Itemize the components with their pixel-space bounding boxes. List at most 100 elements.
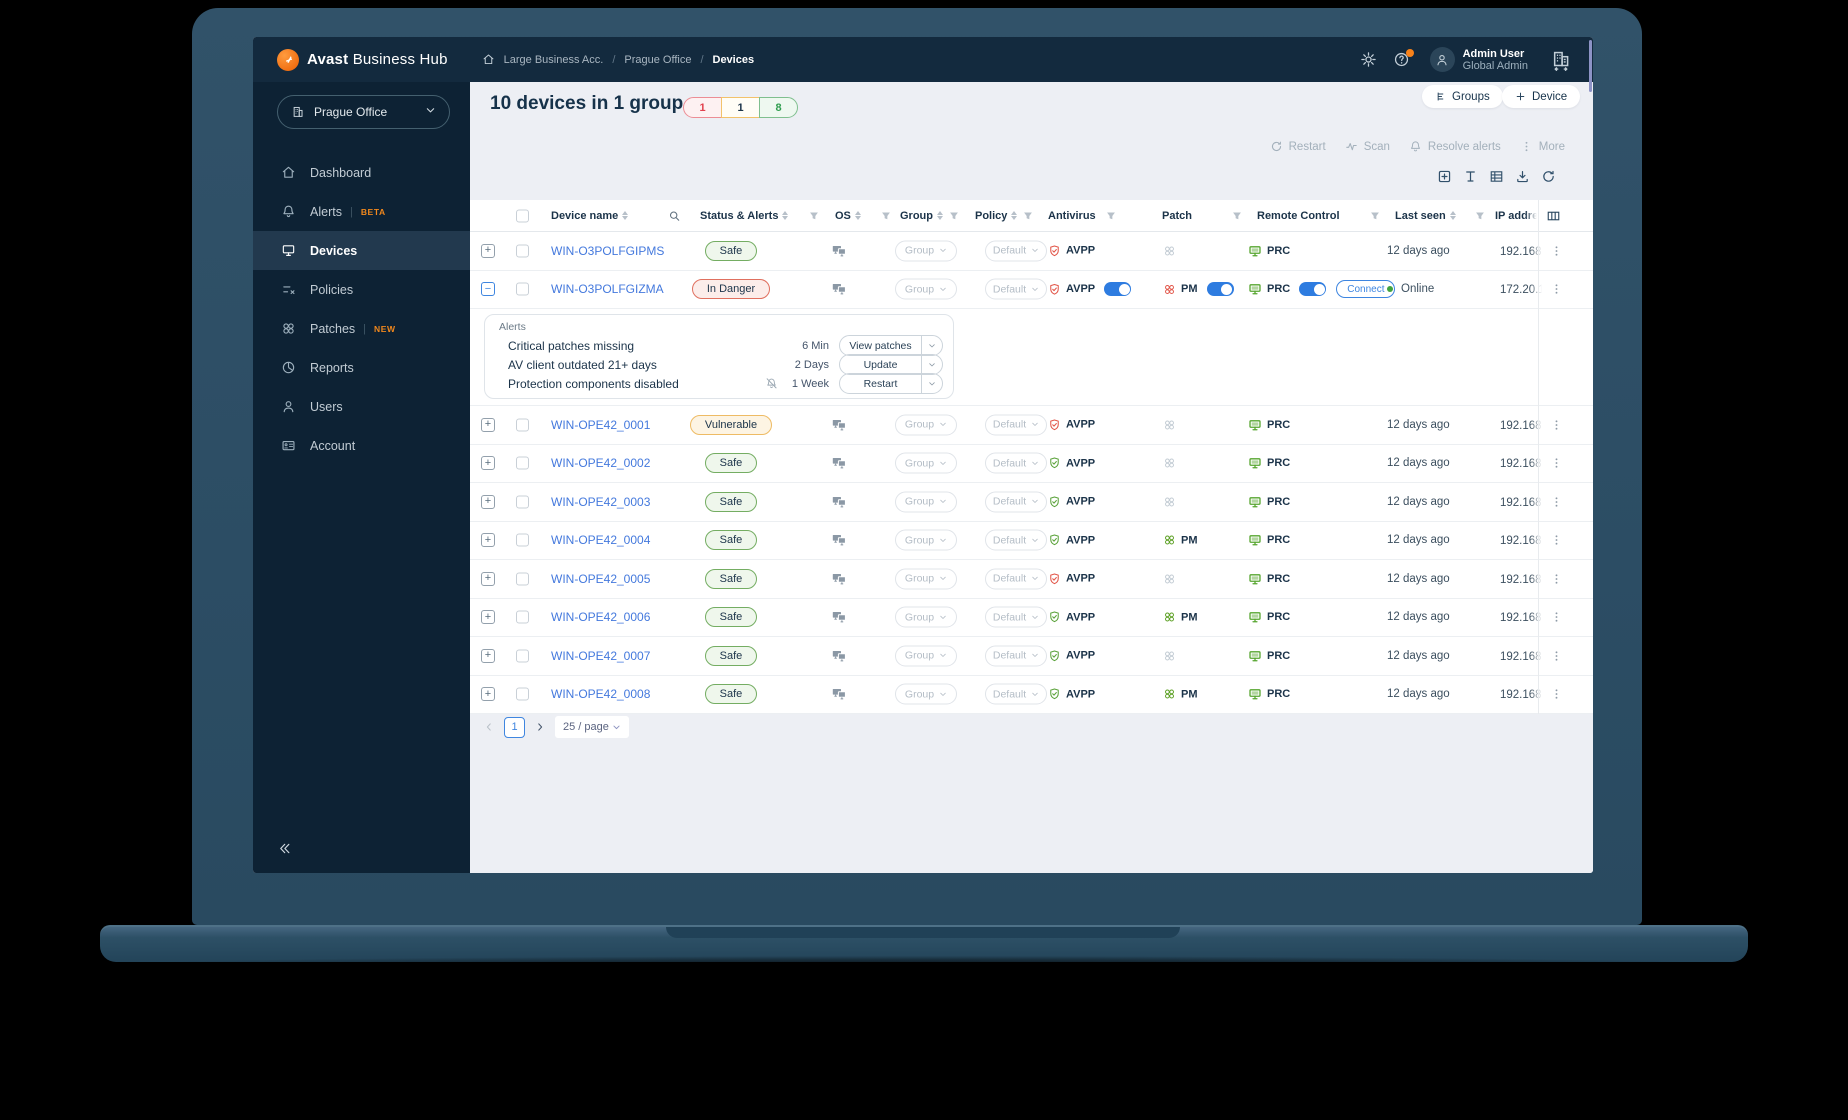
- row-menu-icon[interactable]: [1550, 572, 1563, 585]
- device-name-link[interactable]: WIN-OPE42_0002: [551, 456, 650, 470]
- filter-icon[interactable]: [808, 210, 820, 222]
- sidebar-item-account[interactable]: Account: [253, 426, 470, 465]
- add-device-button[interactable]: Device: [1502, 85, 1581, 108]
- resolve-alerts-action[interactable]: Resolve alerts: [1409, 140, 1501, 153]
- chevron-down-icon[interactable]: [921, 374, 942, 393]
- warning-count-badge[interactable]: 1: [721, 97, 760, 118]
- row-checkbox[interactable]: [516, 244, 529, 258]
- device-name-link[interactable]: WIN-OPE42_0007: [551, 649, 650, 663]
- filter-icon[interactable]: [1022, 210, 1034, 222]
- policy-dropdown[interactable]: Default: [985, 414, 1047, 436]
- row-menu-icon[interactable]: [1550, 611, 1563, 624]
- row-checkbox[interactable]: [516, 687, 529, 701]
- column-antivirus[interactable]: Antivirus: [1048, 210, 1096, 222]
- group-dropdown[interactable]: Group: [895, 278, 957, 300]
- group-dropdown[interactable]: Group: [895, 606, 957, 628]
- search-icon[interactable]: [668, 209, 681, 222]
- filter-icon[interactable]: [880, 210, 892, 222]
- group-dropdown[interactable]: Group: [895, 568, 957, 590]
- column-patch[interactable]: Patch: [1162, 210, 1192, 222]
- user-menu[interactable]: Admin User Global Admin: [1429, 47, 1528, 72]
- device-name-link[interactable]: WIN-OPE42_0003: [551, 495, 650, 509]
- filter-icon[interactable]: [1369, 210, 1381, 222]
- device-name-link[interactable]: WIN-OPE42_0008: [551, 687, 650, 701]
- home-icon[interactable]: [482, 53, 495, 66]
- column-last-seen[interactable]: Last seen: [1395, 210, 1456, 222]
- row-checkbox[interactable]: [516, 282, 529, 296]
- policy-dropdown[interactable]: Default: [985, 529, 1047, 551]
- scan-action[interactable]: Scan: [1345, 140, 1390, 153]
- alert-action-button[interactable]: Update: [839, 354, 943, 375]
- column-policy[interactable]: Policy: [975, 210, 1018, 222]
- breadcrumb-site[interactable]: Prague Office: [624, 54, 691, 66]
- row-checkbox[interactable]: [516, 610, 529, 624]
- group-dropdown[interactable]: Group: [895, 683, 957, 705]
- org-switcher-icon[interactable]: [1549, 48, 1573, 72]
- policy-dropdown[interactable]: Default: [985, 278, 1047, 300]
- expand-row-button[interactable]: +: [481, 494, 495, 509]
- sidebar-item-policies[interactable]: Policies: [253, 270, 470, 309]
- sort-icon[interactable]: [622, 211, 629, 220]
- prev-page-icon[interactable]: [482, 722, 496, 732]
- filter-icon[interactable]: [1474, 210, 1486, 222]
- groups-button[interactable]: Groups: [1422, 85, 1503, 108]
- expand-row-button[interactable]: −: [481, 282, 495, 297]
- column-group[interactable]: Group: [900, 210, 943, 222]
- row-checkbox[interactable]: [516, 418, 529, 432]
- danger-count-badge[interactable]: 1: [683, 97, 722, 118]
- expand-row-button[interactable]: +: [481, 648, 495, 663]
- device-name-link[interactable]: WIN-OPE42_0001: [551, 418, 650, 432]
- expand-row-button[interactable]: +: [481, 687, 495, 702]
- page-number[interactable]: 1: [504, 716, 525, 738]
- column-os[interactable]: OS: [835, 210, 861, 222]
- antivirus-toggle[interactable]: [1104, 282, 1132, 297]
- restart-action[interactable]: Restart: [1270, 140, 1326, 153]
- row-checkbox[interactable]: [516, 649, 529, 663]
- expand-row-button[interactable]: +: [481, 417, 495, 432]
- filter-icon[interactable]: [1105, 210, 1117, 222]
- sort-icon[interactable]: [1011, 211, 1018, 220]
- row-menu-icon[interactable]: [1550, 534, 1563, 547]
- add-column-icon[interactable]: [1437, 169, 1452, 184]
- safe-count-badge[interactable]: 8: [759, 97, 798, 118]
- chevron-down-icon[interactable]: [921, 355, 942, 374]
- device-name-link[interactable]: WIN-OPE42_0005: [551, 572, 650, 586]
- row-checkbox[interactable]: [516, 533, 529, 547]
- sidebar-item-devices[interactable]: Devices: [253, 231, 470, 270]
- group-dropdown[interactable]: Group: [895, 240, 957, 262]
- sort-icon[interactable]: [1449, 211, 1456, 220]
- row-menu-icon[interactable]: [1550, 418, 1563, 431]
- expand-row-button[interactable]: +: [481, 610, 495, 625]
- policy-dropdown[interactable]: Default: [985, 645, 1047, 667]
- expand-row-button[interactable]: +: [481, 571, 495, 586]
- expand-row-button[interactable]: +: [481, 456, 495, 471]
- column-settings-icon[interactable]: [1546, 208, 1561, 223]
- device-name-link[interactable]: WIN-OPE42_0006: [551, 610, 650, 624]
- row-checkbox[interactable]: [516, 572, 529, 586]
- sidebar-collapse-icon[interactable]: [277, 841, 295, 859]
- alert-action-button[interactable]: View patches: [839, 335, 943, 356]
- scrollbar-thumb[interactable]: [1589, 40, 1592, 92]
- row-checkbox[interactable]: [516, 456, 529, 470]
- sidebar-item-patches[interactable]: Patches | NEW: [253, 309, 470, 348]
- policy-dropdown[interactable]: Default: [985, 683, 1047, 705]
- group-dropdown[interactable]: Group: [895, 529, 957, 551]
- filter-icon[interactable]: [948, 210, 960, 222]
- row-menu-icon[interactable]: [1550, 649, 1563, 662]
- sort-icon[interactable]: [937, 211, 943, 220]
- filter-icon[interactable]: [1231, 210, 1243, 222]
- breadcrumb-account[interactable]: Large Business Acc.: [504, 54, 604, 66]
- reload-table-icon[interactable]: [1541, 169, 1556, 184]
- help-icon[interactable]: [1393, 48, 1414, 69]
- column-remote-control[interactable]: Remote Control: [1257, 210, 1340, 222]
- row-checkbox[interactable]: [516, 495, 529, 509]
- policy-dropdown[interactable]: Default: [985, 568, 1047, 590]
- policy-dropdown[interactable]: Default: [985, 452, 1047, 474]
- row-menu-icon[interactable]: [1550, 283, 1563, 296]
- alert-action-button[interactable]: Restart: [839, 373, 943, 394]
- grid-view-icon[interactable]: [1489, 169, 1504, 184]
- column-status-alerts[interactable]: Status & Alerts: [700, 210, 789, 222]
- group-dropdown[interactable]: Group: [895, 491, 957, 513]
- policy-dropdown[interactable]: Default: [985, 240, 1047, 262]
- remote-control-toggle[interactable]: [1299, 282, 1327, 297]
